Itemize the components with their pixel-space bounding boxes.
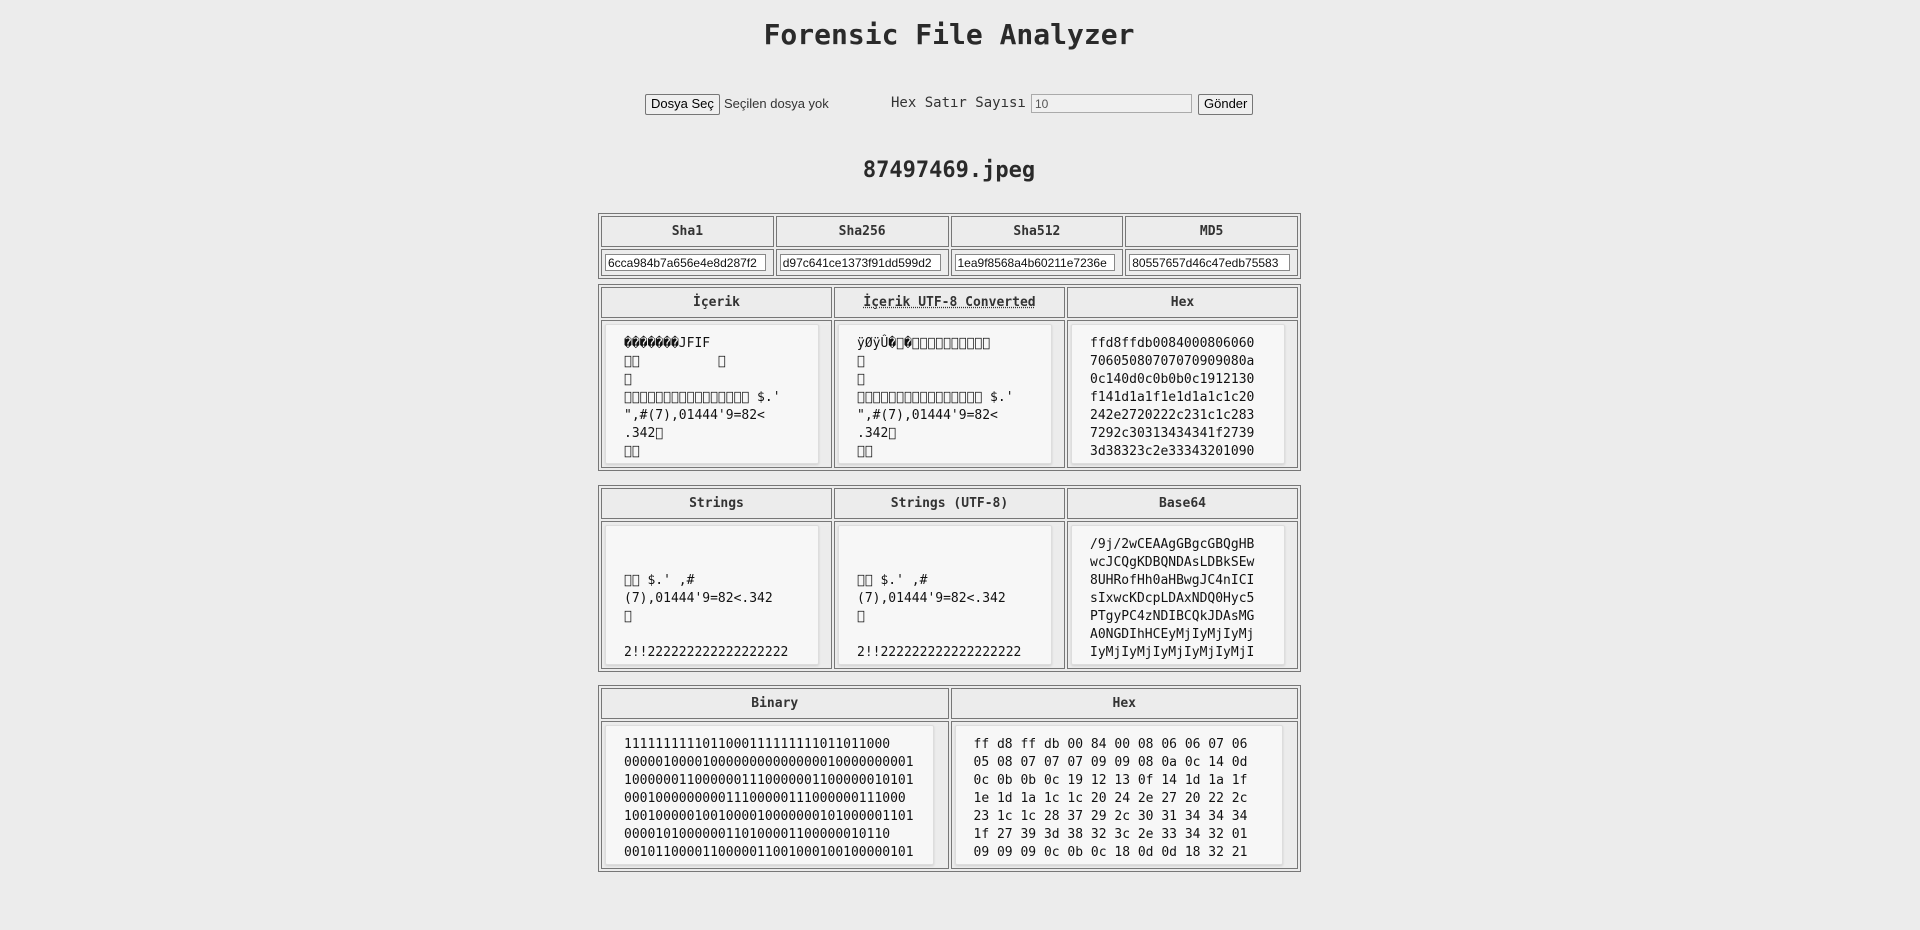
hex-spaced-panel[interactable]: ff d8 ff db 00 84 00 08 06 06 07 06 05 0… <box>955 725 1284 865</box>
icerik-utf8-header: İçerik UTF-8 Converted <box>834 287 1065 318</box>
sha256-header: Sha256 <box>776 216 949 247</box>
sha1-field[interactable] <box>605 254 766 271</box>
binary-header: Binary <box>601 688 949 719</box>
icerik-panel[interactable]: �������JFIF                        … <box>605 324 819 464</box>
hash-table: Sha1 Sha256 Sha512 MD5 <box>598 213 1301 279</box>
page-title: Forensic File Analyzer <box>0 18 1898 51</box>
icerik-utf8-header-text: İçerik UTF-8 Converted <box>863 295 1035 310</box>
hex-rows-input[interactable] <box>1031 94 1192 113</box>
file-status-text: Seçilen dosya yok <box>724 96 829 111</box>
sha512-field[interactable] <box>955 254 1116 271</box>
sha512-header: Sha512 <box>951 216 1124 247</box>
md5-field[interactable] <box>1129 254 1290 271</box>
strings-panel[interactable]:    $.' ,# (7),01444'9=82<.342   2!!22222… <box>605 525 819 665</box>
icerik-header: İçerik <box>601 287 832 318</box>
strings-utf8-header: Strings (UTF-8) <box>834 488 1065 519</box>
upload-form: Dosya Seç Seçilen dosya yok Hex Satır Sa… <box>0 93 1898 117</box>
strings-table: Strings Strings (UTF-8) Base64    $.' ,#… <box>598 485 1301 672</box>
hex-spaced-header: Hex <box>951 688 1299 719</box>
base64-header: Base64 <box>1067 488 1298 519</box>
file-name-heading: 87497469.jpeg <box>0 158 1898 183</box>
submit-button[interactable]: Gönder <box>1198 94 1253 115</box>
hex-panel[interactable]: ffd8ffdb0084000806060 706050807070709090… <box>1071 324 1285 464</box>
strings-header: Strings <box>601 488 832 519</box>
sha1-header: Sha1 <box>601 216 774 247</box>
content-table: İçerik İçerik UTF-8 Converted Hex ������… <box>598 284 1301 471</box>
binary-panel[interactable]: 1111111111011000111111111011011000 00000… <box>605 725 934 865</box>
choose-file-button[interactable]: Dosya Seç <box>645 94 720 115</box>
icerik-utf8-panel[interactable]: ÿØÿÛ� �                                $… <box>838 324 1052 464</box>
strings-utf8-panel[interactable]:    $.' ,# (7),01444'9=82<.342   2!!22222… <box>838 525 1052 665</box>
binary-table: Binary Hex 11111111110110001111111110110… <box>598 685 1301 872</box>
base64-panel[interactable]: /9j/2wCEAAgGBgcGBQgHB wcJCQgKDBQNDAsLDBk… <box>1071 525 1285 665</box>
sha256-field[interactable] <box>780 254 941 271</box>
hex-rows-label: Hex Satır Sayısı <box>891 95 1026 111</box>
hex-header: Hex <box>1067 287 1298 318</box>
md5-header: MD5 <box>1125 216 1298 247</box>
